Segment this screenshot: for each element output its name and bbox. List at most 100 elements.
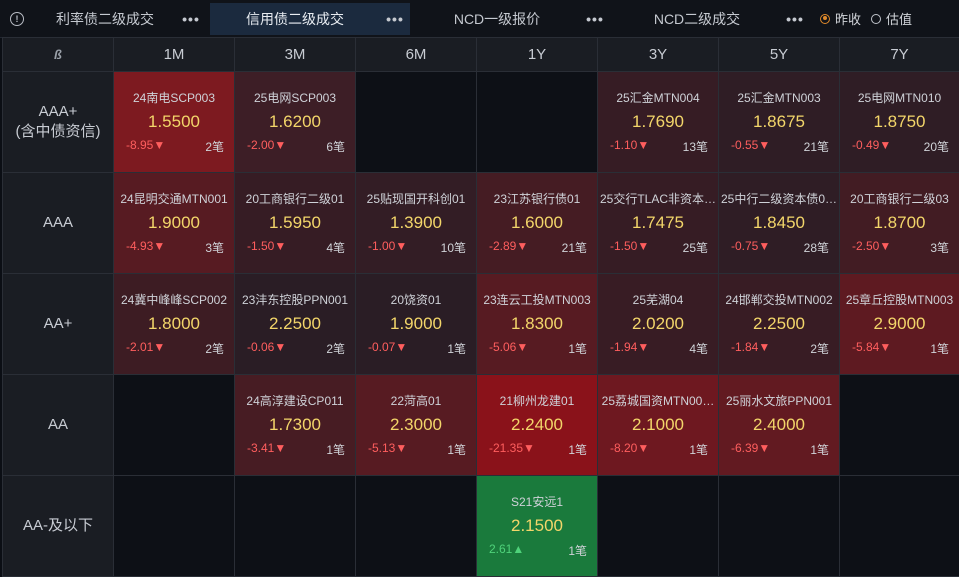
bond-cell[interactable]: 24昆明交通MTN0011.9000-4.93▼3笔 [114, 173, 235, 274]
bond-yield: 2.1000 [598, 415, 718, 435]
bond-yield: 1.7690 [598, 112, 718, 132]
bond-footer: -1.10▼13笔 [598, 138, 718, 155]
column-header-3m[interactable]: 3M [235, 38, 356, 72]
bond-cell[interactable]: 25中行二级资本债0…1.8450-0.75▼28笔 [719, 173, 840, 274]
bond-cell[interactable]: S21安远12.15002.61▲1笔 [477, 476, 598, 577]
bond-name: 25中行二级资本债0… [719, 190, 839, 207]
bond-cell[interactable]: 25汇金MTN0031.8675-0.55▼21笔 [719, 72, 840, 173]
bond-cell[interactable]: 24南电SCP0031.5500-8.95▼2笔 [114, 72, 235, 173]
bond-cell[interactable]: 25章丘控股MTN0032.9000-5.84▼1笔 [840, 274, 959, 375]
column-header-5y[interactable]: 5Y [719, 38, 840, 72]
more-options-icon[interactable]: ••• [380, 11, 410, 27]
bond-cell[interactable]: 22菏高012.3000-5.13▼1笔 [356, 375, 477, 476]
bond-cell[interactable]: 21柳州龙建012.2400-21.35▼1笔 [477, 375, 598, 476]
bond-name: 25章丘控股MTN003 [840, 291, 959, 308]
bond-name: 25汇金MTN003 [719, 89, 839, 106]
bond-yield: 1.8300 [477, 314, 597, 334]
tab-rates-secondary[interactable]: 利率债二级成交••• [34, 3, 206, 35]
yield-change-bp: -4.93▼ [126, 239, 165, 256]
bond-name: 25荔城国资MTN00… [598, 392, 718, 409]
radio-circle-icon [820, 14, 830, 24]
tab-ncd-primary-quote[interactable]: NCD一级报价••• [414, 3, 610, 35]
bond-cell[interactable]: 25丽水文旅PPN0012.4000-6.39▼1笔 [719, 375, 840, 476]
yield-change-bp: -3.41▼ [247, 441, 286, 458]
column-header-7y[interactable]: 7Y [840, 38, 959, 72]
empty-cell [356, 72, 477, 173]
bond-footer: -2.50▼3笔 [840, 239, 959, 256]
bond-cell[interactable]: 25汇金MTN004 1.7690 -1.10▼13笔 [598, 72, 719, 173]
yield-change-bp: -1.50▼ [610, 239, 649, 256]
trade-count: 28笔 [804, 239, 829, 256]
column-header-1y[interactable]: 1Y [477, 38, 598, 72]
trade-count: 1笔 [447, 340, 466, 357]
yield-change-bp: -1.10▼ [610, 138, 649, 155]
trade-count: 3笔 [205, 239, 224, 256]
yield-change-bp: -0.49▼ [852, 138, 891, 155]
trade-count: 1笔 [568, 542, 587, 559]
bond-footer: -5.84▼ 1笔 [840, 340, 959, 357]
column-header-6m[interactable]: 6M [356, 38, 477, 72]
yield-change-bp: -5.84▼ [852, 340, 891, 357]
yield-change-bp: -1.84▼ [731, 340, 770, 357]
bond-footer: -1.84▼2笔 [719, 340, 839, 357]
bond-yield: 1.7475 [598, 213, 718, 233]
bond-name: 25汇金MTN004 [598, 89, 718, 106]
bond-cell[interactable]: 20工商银行二级011.5950-1.50▼4笔 [235, 173, 356, 274]
trade-count: 1笔 [810, 441, 829, 458]
bond-name: 25电网MTN010 [840, 89, 959, 106]
tab-label: 信用债二级成交 [210, 9, 380, 29]
bond-cell[interactable]: 23沣东控股PPN0012.2500-0.06▼2笔 [235, 274, 356, 375]
bond-cell[interactable]: 23连云工投MTN0031.8300-5.06▼1笔 [477, 274, 598, 375]
radio-valuation[interactable]: 估值 [871, 9, 912, 28]
tab-credit-secondary[interactable]: 信用债二级成交••• [210, 3, 410, 35]
bond-footer: -0.55▼21笔 [719, 138, 839, 155]
trade-count: 1笔 [568, 340, 587, 357]
trade-count: 2笔 [205, 138, 224, 155]
bond-footer: -5.06▼1笔 [477, 340, 597, 357]
yield-change-bp: -5.13▼ [368, 441, 407, 458]
radio-prev-close[interactable]: 昨收 [820, 9, 861, 28]
bond-footer: -21.35▼1笔 [477, 441, 597, 458]
top-bar: ! 利率债二级成交•••信用债二级成交•••NCD一级报价•••NCD二级成交•… [0, 0, 959, 38]
yield-change-bp: -8.95▼ [126, 138, 165, 155]
trade-count: 25笔 [683, 239, 708, 256]
column-header-1m[interactable]: 1M [114, 38, 235, 72]
bond-cell[interactable]: 24冀中峰峰SCP0021.8000-2.01▼2笔 [114, 274, 235, 375]
bond-yield: 1.8750 [840, 112, 959, 132]
bond-cell[interactable]: 25芜湖042.0200-1.94▼4笔 [598, 274, 719, 375]
bond-cell[interactable]: 23江苏银行债011.6000-2.89▼21笔 [477, 173, 598, 274]
info-icon[interactable]: ! [0, 0, 34, 38]
bond-cell[interactable]: 24高淳建设CP0111.7300-3.41▼1笔 [235, 375, 356, 476]
yield-change-bp: -6.39▼ [731, 441, 770, 458]
bond-cell[interactable]: 25电网MTN0101.8750-0.49▼20笔 [840, 72, 959, 173]
bond-footer: -0.75▼28笔 [719, 239, 839, 256]
grid-row: AA-及以下 S21安远12.15002.61▲1笔 [3, 476, 959, 577]
bond-cell[interactable]: 25交行TLAC非资本…1.7475-1.50▼25笔 [598, 173, 719, 274]
grid-row: AAA+ (含中债资信)24南电SCP0031.5500-8.95▼2笔25电网… [3, 72, 959, 173]
trade-count: 21笔 [562, 239, 587, 256]
bond-name: 24冀中峰峰SCP002 [114, 291, 234, 308]
trade-count: 2笔 [326, 340, 345, 357]
bond-cell[interactable]: 25荔城国资MTN00…2.1000-8.20▼1笔 [598, 375, 719, 476]
row-label-rating: AA-及以下 [3, 476, 114, 577]
grid-row: AAA24昆明交通MTN0011.9000-4.93▼3笔20工商银行二级011… [3, 173, 959, 274]
bond-yield: 2.1500 [477, 516, 597, 536]
bond-cell[interactable]: 24邯郸交投MTN0022.2500-1.84▼2笔 [719, 274, 840, 375]
bond-cell[interactable]: 20工商银行二级031.8700-2.50▼3笔 [840, 173, 959, 274]
yield-change-bp: -2.01▼ [126, 340, 165, 357]
yield-change-bp: -8.20▼ [610, 441, 649, 458]
more-options-icon[interactable]: ••• [176, 11, 206, 27]
tab-ncd-secondary[interactable]: NCD二级成交••• [614, 3, 810, 35]
bond-cell[interactable]: 25贴现国开科创011.3900-1.00▼10笔 [356, 173, 477, 274]
trade-count: 2笔 [205, 340, 224, 357]
more-options-icon[interactable]: ••• [780, 11, 810, 27]
bond-cell[interactable]: 20饶资011.9000-0.07▼1笔 [356, 274, 477, 375]
bond-yield: 2.2500 [235, 314, 355, 334]
bond-cell[interactable]: 25电网SCP0031.6200-2.00▼6笔 [235, 72, 356, 173]
bond-footer: -2.01▼ 2笔 [114, 340, 234, 357]
trade-count: 1笔 [930, 340, 949, 357]
trade-count: 21笔 [804, 138, 829, 155]
bond-footer: -0.07▼1笔 [356, 340, 476, 357]
more-options-icon[interactable]: ••• [580, 11, 610, 27]
column-header-3y[interactable]: 3Y [598, 38, 719, 72]
